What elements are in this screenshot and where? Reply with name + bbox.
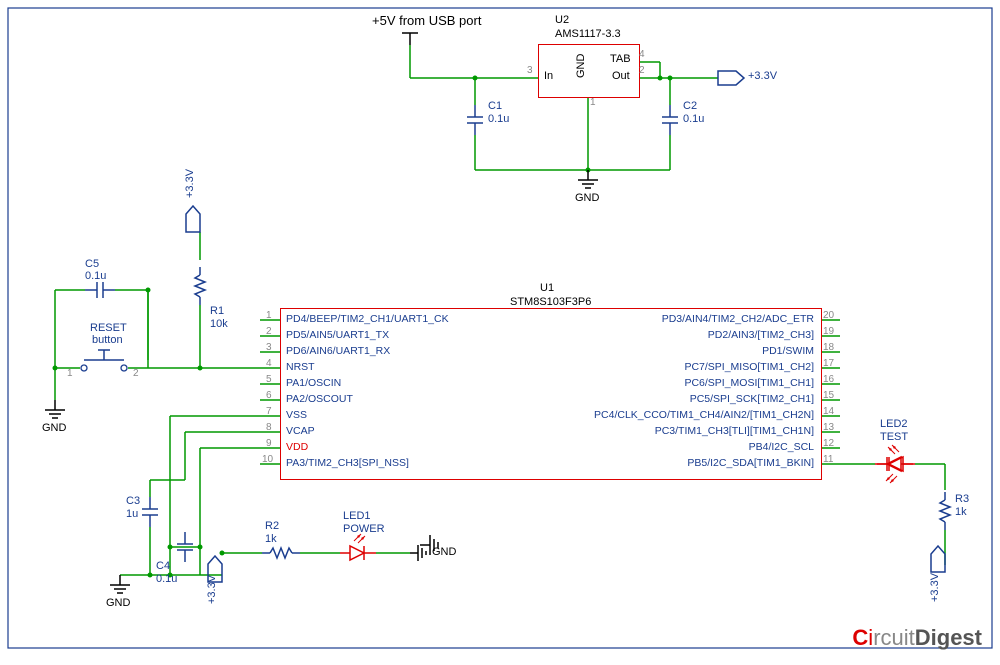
led2-ref: LED2 (880, 418, 908, 430)
pin-num-16: 16 (823, 374, 834, 385)
reset-pin1: 1 (67, 368, 73, 379)
u2-pin-tab-num: 4 (639, 49, 645, 60)
pin-num-14: 14 (823, 406, 834, 417)
logo-c: C (852, 625, 868, 650)
pin-name-18: PD1/SWIM (762, 345, 814, 357)
gnd-bottom: GND (106, 597, 130, 609)
pin-name-13: PC3/TIM1_CH3[TLI][TIM1_CH1N] (655, 425, 814, 437)
pin-name-4: NRST (286, 361, 315, 373)
pin-name-10: PA3/TIM2_CH3[SPI_NSS] (286, 457, 409, 469)
led1-name: POWER (343, 523, 385, 535)
r2-val: 1k (265, 533, 277, 545)
c2-ref: C2 (683, 100, 697, 112)
c1-val: 0.1u (488, 113, 509, 125)
c5-val: 0.1u (85, 270, 106, 282)
pin-name-14: PC4/CLK_CCO/TIM1_CH4/AIN2/[TIM1_CH2N] (594, 409, 814, 421)
pin-num-15: 15 (823, 390, 834, 401)
pin-num-17: 17 (823, 358, 834, 369)
u2-pin-in-name: In (544, 70, 553, 82)
gnd-led1: GND (432, 546, 456, 558)
rail-bl: +3.3V (206, 575, 218, 604)
u2-pin-out-num: 2 (639, 65, 645, 76)
led1-ref: LED1 (343, 510, 371, 522)
schematic-canvas: +5V from USB port U2 AMS1117-3.3 3 In 4 … (0, 0, 1000, 665)
pin-name-1: PD4/BEEP/TIM2_CH1/UART1_CK (286, 313, 449, 325)
pin-num-5: 5 (266, 374, 272, 385)
r1-rail: +3.3V (184, 169, 196, 198)
reset-label1: RESET (90, 322, 127, 334)
reset-pin2: 2 (133, 368, 139, 379)
pin-name-3: PD6/AIN6/UART1_RX (286, 345, 390, 357)
c4-ref: C4 (156, 560, 170, 572)
title-5v: +5V from USB port (372, 13, 481, 28)
reset-label2: button (92, 334, 123, 346)
pin-num-1: 1 (266, 310, 272, 321)
pin-name-15: PC5/SPI_SCK[TIM2_CH1] (690, 393, 814, 405)
u2-pin-out-name: Out (612, 70, 630, 82)
pin-num-6: 6 (266, 390, 272, 401)
u2-ref: U2 (555, 14, 569, 26)
u1-ref: U1 (540, 282, 554, 294)
pin-name-16: PC6/SPI_MOSI[TIM1_CH1] (684, 377, 814, 389)
pin-num-8: 8 (266, 422, 272, 433)
pin-num-11: 11 (823, 454, 833, 465)
logo-rcuit: rcuit (873, 625, 915, 650)
pin-name-9: VDD (286, 441, 308, 453)
c1-ref: C1 (488, 100, 502, 112)
rail-br: +3.3V (929, 573, 941, 602)
pin-name-11: PB5/I2C_SDA[TIM1_BKIN] (687, 457, 814, 469)
gnd-u2: GND (575, 192, 599, 204)
pin-num-13: 13 (823, 422, 834, 433)
gnd-reset: GND (42, 422, 66, 434)
led2-name: TEST (880, 431, 908, 443)
r3-ref: R3 (955, 493, 969, 505)
u2-pin-gnd-num: 1 (590, 97, 596, 108)
pin-num-2: 2 (266, 326, 272, 337)
pin-num-12: 12 (823, 438, 834, 449)
pin-name-8: VCAP (286, 425, 315, 437)
c3-ref: C3 (126, 495, 140, 507)
pin-num-3: 3 (266, 342, 272, 353)
pin-num-9: 9 (266, 438, 272, 449)
pin-num-4: 4 (266, 358, 272, 369)
u2-pin-in-num: 3 (527, 65, 533, 76)
pin-name-19: PD2/AIN3/[TIM2_CH3] (708, 329, 814, 341)
c3-val: 1u (126, 508, 138, 520)
logo-circuitdigest: CircuitDigest (852, 625, 982, 651)
logo-digest: Digest (915, 625, 982, 650)
pin-name-2: PD5/AIN5/UART1_TX (286, 329, 389, 341)
pin-name-7: VSS (286, 409, 307, 421)
u2-pin-gnd-name: GND (575, 54, 587, 78)
pin-num-18: 18 (823, 342, 834, 353)
u1-part: STM8S103F3P6 (510, 296, 591, 308)
c4-val: 0.1u (156, 573, 177, 585)
u2-pin-tab-name: TAB (610, 53, 631, 65)
pin-name-5: PA1/OSCIN (286, 377, 341, 389)
pin-num-10: 10 (262, 454, 273, 465)
pin-name-12: PB4/I2C_SCL (749, 441, 814, 453)
c5-ref: C5 (85, 258, 99, 270)
r1-ref: R1 (210, 305, 224, 317)
r3-val: 1k (955, 506, 967, 518)
pin-num-7: 7 (266, 406, 272, 417)
u2-net-out: +3.3V (748, 70, 777, 82)
pin-name-6: PA2/OSCOUT (286, 393, 353, 405)
pin-name-20: PD3/AIN4/TIM2_CH2/ADC_ETR (662, 313, 814, 325)
c2-val: 0.1u (683, 113, 704, 125)
u2-part: AMS1117-3.3 (555, 28, 621, 40)
pin-num-19: 19 (823, 326, 834, 337)
r1-val: 10k (210, 318, 228, 330)
r2-ref: R2 (265, 520, 279, 532)
pin-num-20: 20 (823, 310, 834, 321)
pin-name-17: PC7/SPI_MISO[TIM1_CH2] (684, 361, 814, 373)
